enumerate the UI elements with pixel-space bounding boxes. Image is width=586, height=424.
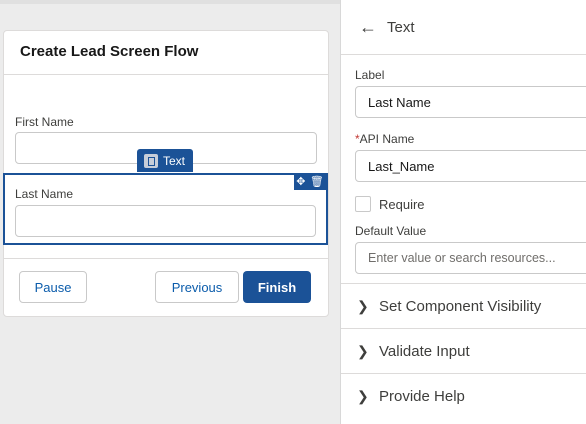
divider xyxy=(4,258,328,259)
component-type-label: Text xyxy=(163,153,186,168)
label-field-label: Label xyxy=(355,68,385,82)
section-validate-input[interactable]: ❯ Validate Input xyxy=(341,328,586,373)
section-set-component-visibility[interactable]: ❯ Set Component Visibility xyxy=(341,283,586,328)
properties-panel: ← Text Label Last Name *API Name Last_Na… xyxy=(340,0,586,424)
default-value-label: Default Value xyxy=(355,224,427,238)
require-checkbox[interactable] xyxy=(355,196,371,212)
panel-title: Text xyxy=(387,18,415,36)
text-component-icon xyxy=(144,153,158,168)
api-name-field-label: *API Name xyxy=(355,132,415,146)
canvas-top-strip xyxy=(0,0,340,4)
screen-title: Create Lead Screen Flow xyxy=(20,43,199,60)
section-label: Validate Input xyxy=(379,342,470,360)
section-label: Provide Help xyxy=(379,387,465,405)
pause-button[interactable]: Pause xyxy=(19,271,87,303)
last-name-label: Last Name xyxy=(15,187,74,201)
finish-button[interactable]: Finish xyxy=(243,271,311,303)
panel-header: ← Text xyxy=(341,0,586,55)
label-input[interactable]: Last Name xyxy=(355,86,586,118)
section-label: Set Component Visibility xyxy=(379,297,542,315)
default-value-input[interactable]: Enter value or search resources... xyxy=(355,242,586,274)
api-name-input[interactable]: Last_Name xyxy=(355,150,586,182)
move-icon[interactable]: ✥ xyxy=(296,175,305,188)
require-checkbox-label: Require xyxy=(379,197,425,212)
first-name-label: First Name xyxy=(15,115,74,129)
chevron-right-icon: ❯ xyxy=(357,387,369,404)
chevron-right-icon: ❯ xyxy=(357,297,369,314)
flow-canvas: Create Lead Screen Flow First Name Last … xyxy=(0,0,340,424)
previous-button[interactable]: Previous xyxy=(155,271,239,303)
section-provide-help[interactable]: ❯ Provide Help xyxy=(341,373,586,418)
selected-component-last-name[interactable]: Last Name xyxy=(3,173,328,245)
chevron-right-icon: ❯ xyxy=(357,342,369,359)
divider xyxy=(4,74,328,75)
component-type-tag: Text xyxy=(137,149,194,172)
trash-icon[interactable]: 🗑 xyxy=(310,175,324,188)
component-toolbar: ✥ 🗑 xyxy=(294,173,326,190)
arrow-left-icon[interactable]: ← xyxy=(359,17,383,38)
last-name-input[interactable] xyxy=(15,205,316,237)
